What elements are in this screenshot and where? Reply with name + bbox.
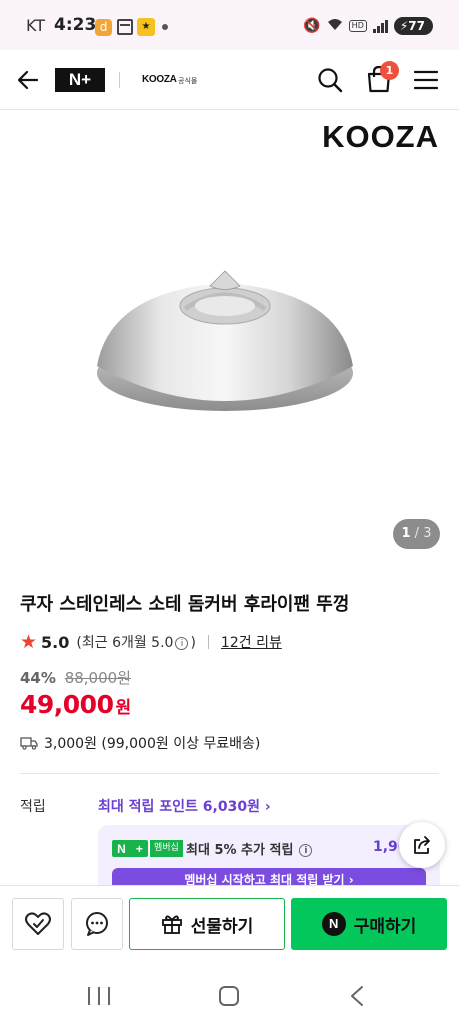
system-icons: 🔇 HD ⚡77 bbox=[303, 16, 433, 36]
more-notifications-icon bbox=[162, 24, 168, 30]
points-label: 적립 bbox=[20, 799, 46, 815]
brand-logo: KOOZA bbox=[322, 119, 439, 154]
original-price: 88,000원 bbox=[64, 669, 131, 687]
mute-icon: 🔇 bbox=[303, 18, 321, 34]
chat-bubble-icon bbox=[86, 912, 108, 936]
membership-tag: 멤버십 bbox=[149, 840, 183, 857]
heart-check-icon bbox=[25, 912, 51, 935]
max-points-link[interactable]: 최대 적립 포인트 6,030원 › bbox=[98, 796, 271, 816]
hamburger-menu-icon[interactable] bbox=[413, 69, 439, 91]
system-navigation-bar bbox=[0, 965, 459, 1024]
rating-detail: (최근 6개월 5.0 i) bbox=[76, 632, 196, 652]
rating-detail-suffix: ) bbox=[190, 635, 196, 651]
review-count-link[interactable]: 12건 리뷰 bbox=[221, 632, 282, 652]
membership-benefit-label: 최대 5% 추가 적립 bbox=[186, 843, 294, 858]
notification-app-icon: d bbox=[95, 19, 112, 36]
cart-count-badge: 1 bbox=[380, 61, 399, 80]
logo-divider bbox=[119, 72, 120, 88]
nplus-membership-badge: N + bbox=[112, 840, 148, 857]
search-icon[interactable] bbox=[316, 66, 344, 94]
carrier-label: KT bbox=[26, 16, 46, 35]
info-icon[interactable]: i bbox=[299, 844, 313, 857]
wifi-icon bbox=[327, 18, 343, 35]
delivery-text: 3,000원 (99,000원 이상 무료배송) bbox=[44, 736, 261, 752]
image-counter-separator: / bbox=[410, 526, 424, 541]
store-brand-logo[interactable]: KOOZA bbox=[142, 74, 177, 85]
buy-button[interactable]: N 구매하기 bbox=[291, 898, 447, 950]
rating-score: 5.0 bbox=[41, 632, 70, 652]
product-title: 쿠자 스테인레스 소테 돔커버 후라이팬 뚜껑 bbox=[20, 594, 350, 615]
clock: 4:23 bbox=[54, 15, 97, 35]
back-icon[interactable] bbox=[349, 985, 365, 1007]
wishlist-button[interactable] bbox=[12, 898, 64, 950]
image-counter-current: 1 bbox=[401, 526, 411, 541]
store-brand-sub: 공식몰 bbox=[178, 77, 198, 85]
top-header: N+ KOOZA 공식몰 1 bbox=[0, 50, 459, 110]
price-unit: 원 bbox=[115, 698, 132, 718]
share-button[interactable] bbox=[399, 822, 445, 868]
battery-level: 77 bbox=[408, 19, 425, 33]
gift-button[interactable]: 선물하기 bbox=[129, 898, 285, 950]
home-icon[interactable] bbox=[219, 986, 239, 1006]
delivery-info: 3,000원 (99,000원 이상 무료배송) bbox=[20, 733, 260, 753]
gift-button-label: 선물하기 bbox=[190, 916, 254, 937]
talk-talk-chat-button[interactable] bbox=[71, 898, 123, 950]
naver-pay-icon: N bbox=[321, 912, 346, 936]
rating-detail-prefix: (최근 6개월 5.0 bbox=[76, 635, 174, 651]
image-counter-total: 3 bbox=[423, 526, 432, 541]
share-icon bbox=[414, 836, 430, 854]
info-icon[interactable]: i bbox=[175, 636, 189, 650]
status-bar: KT 4:23 d ★ 🔇 HD ⚡77 bbox=[0, 0, 459, 50]
rating-row: ★ 5.0 (최근 6개월 5.0 i) 12건 리뷰 bbox=[20, 632, 282, 652]
notification-app-icon: ★ bbox=[137, 18, 155, 36]
calendar-notification-icon bbox=[117, 19, 133, 35]
back-arrow-icon[interactable] bbox=[16, 68, 40, 92]
nplus-logo-text: N+ bbox=[68, 70, 92, 89]
sale-price: 49,000 원 bbox=[20, 690, 131, 719]
buy-button-label: 구매하기 bbox=[353, 916, 417, 937]
delivery-truck-icon bbox=[20, 737, 38, 750]
battery-indicator: ⚡77 bbox=[393, 17, 433, 35]
rating-divider bbox=[207, 635, 209, 649]
product-image-dome-lid bbox=[97, 270, 353, 411]
section-divider bbox=[20, 773, 439, 774]
nplus-store-logo[interactable]: N+ bbox=[55, 68, 105, 92]
product-image-carousel[interactable]: KOOZA 1 / 3 bbox=[0, 111, 459, 566]
image-page-indicator: 1 / 3 bbox=[393, 519, 440, 549]
discount-rate: 44% bbox=[20, 669, 56, 687]
hd-voice-icon: HD bbox=[348, 20, 367, 32]
discount-row: 44% 88,000원 bbox=[20, 667, 131, 688]
purchase-action-bar: 선물하기 N 구매하기 bbox=[0, 885, 459, 965]
gift-icon bbox=[161, 915, 182, 934]
signal-icon bbox=[372, 19, 388, 33]
price-value: 49,000 bbox=[20, 690, 114, 719]
recent-apps-icon[interactable] bbox=[88, 987, 110, 1005]
membership-benefit-text: 최대 5% 추가 적립 i bbox=[186, 839, 314, 858]
star-icon: ★ bbox=[20, 630, 38, 653]
